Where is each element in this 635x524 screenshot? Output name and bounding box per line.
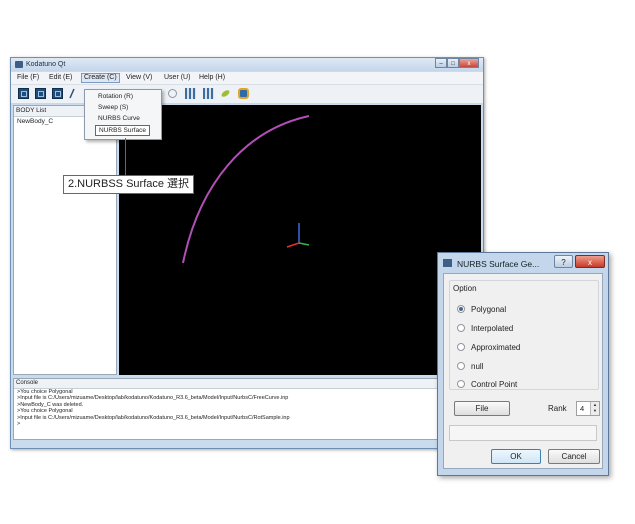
radio-label: null	[471, 361, 484, 371]
radio-button-icon[interactable]	[457, 324, 465, 332]
rotate-view-icon[interactable]	[167, 88, 178, 99]
radio-button-icon[interactable]	[457, 343, 465, 351]
menu-create[interactable]: Create (C)	[81, 73, 120, 83]
menu-item-nurbs-surface[interactable]: NURBS Surface	[95, 125, 150, 136]
radio-label: Approximated	[471, 342, 521, 352]
console-line: >	[17, 421, 21, 428]
dialog-close-button[interactable]: x	[575, 255, 605, 268]
annotation-pointer-line	[125, 138, 126, 177]
menu-edit[interactable]: Edit (E)	[47, 73, 74, 83]
radio-approximated[interactable]: Approximated	[457, 341, 520, 353]
menu-user[interactable]: User (U)	[162, 73, 192, 83]
view-solid-icon[interactable]	[52, 88, 63, 99]
dialog-body: Option Polygonal Interpolated Approximat…	[443, 273, 603, 469]
dialog-help-button[interactable]: ?	[554, 255, 573, 268]
file-button[interactable]: File	[454, 401, 510, 416]
toolbar	[11, 85, 483, 104]
console-panel: Console >You choice Polygonal >Input fil…	[13, 378, 481, 440]
main-window: Kodatuno Qt – □ x File (F) Edit (E) Crea…	[10, 57, 484, 449]
radio-label: Interpolated	[471, 323, 514, 333]
render-icon[interactable]	[238, 88, 249, 99]
grid-icon[interactable]	[185, 88, 196, 99]
save-file-icon[interactable]	[35, 88, 46, 99]
rank-label: Rank	[548, 404, 567, 413]
menu-bar: File (F) Edit (E) Create (C) View (V) Us…	[11, 72, 483, 85]
status-field	[449, 425, 597, 441]
app-logo-icon	[15, 61, 23, 68]
dialog-app-icon	[443, 259, 452, 267]
console-header: Console	[14, 379, 480, 389]
close-button[interactable]: x	[459, 58, 479, 68]
menu-item-rotation[interactable]: Rotation (R)	[98, 92, 133, 101]
ok-button[interactable]: OK	[491, 449, 541, 464]
option-group	[449, 280, 599, 390]
rank-value: 4	[580, 404, 585, 413]
radio-polygonal[interactable]: Polygonal	[457, 303, 506, 315]
dialog-title: NURBS Surface Ge...	[457, 259, 540, 269]
layers-icon[interactable]	[203, 88, 214, 99]
radio-button-icon[interactable]	[457, 362, 465, 370]
window-title: Kodatuno Qt	[26, 61, 66, 68]
cancel-button[interactable]: Cancel	[548, 449, 600, 464]
rank-spinbox[interactable]: 4 ▲ ▼	[576, 401, 600, 416]
radio-control-point[interactable]: Control Point	[457, 378, 517, 390]
radio-button-icon[interactable]	[457, 380, 465, 388]
axis-indicator	[286, 223, 310, 248]
minimize-button[interactable]: –	[435, 58, 447, 68]
menu-help[interactable]: Help (H)	[197, 73, 227, 83]
maximize-button[interactable]: □	[447, 58, 459, 68]
option-group-label: Option	[453, 284, 477, 293]
menu-item-sweep[interactable]: Sweep (S)	[98, 103, 128, 112]
radio-interpolated[interactable]: Interpolated	[457, 322, 513, 334]
menu-file[interactable]: File (F)	[15, 73, 41, 83]
radio-label: Polygonal	[471, 304, 507, 314]
surface-icon[interactable]	[220, 88, 231, 99]
3d-viewport[interactable]	[119, 105, 481, 375]
create-menu-dropdown: Rotation (R) Sweep (S) NURBS Curve NURBS…	[84, 89, 162, 140]
spin-arrows-icon[interactable]: ▲ ▼	[590, 402, 599, 415]
body-list-panel: BODY List NewBody_C	[13, 105, 117, 375]
nurbs-surface-dialog: NURBS Surface Ge... ? x Option Polygonal…	[437, 252, 609, 476]
nurbs-curve	[182, 115, 310, 264]
title-bar[interactable]: Kodatuno Qt – □ x	[11, 58, 483, 71]
radio-label: Control Point	[471, 379, 518, 389]
open-file-icon[interactable]	[18, 88, 29, 99]
menu-view[interactable]: View (V)	[124, 73, 154, 83]
radio-null[interactable]: null	[457, 360, 483, 372]
viewport-canvas	[182, 115, 310, 264]
annotation-callout: 2.NURBSS Surface 選択	[63, 175, 194, 194]
menu-item-nurbs-curve[interactable]: NURBS Curve	[98, 114, 140, 123]
radio-button-icon[interactable]	[457, 305, 465, 313]
view-wire-icon[interactable]	[67, 88, 78, 99]
